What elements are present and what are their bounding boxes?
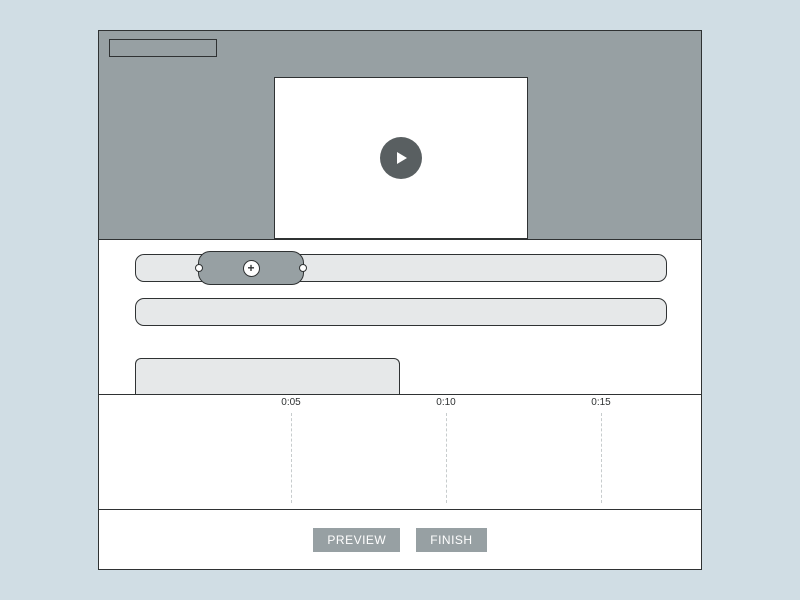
editor-window: + 0:05 0:10 0:15 PREVIEW FINISH [98,30,702,570]
timeline-track-1[interactable]: + [135,254,667,282]
ruler-label: 0:15 [591,397,610,408]
ruler-tick [446,413,447,503]
clip-add-button[interactable]: + [243,260,260,277]
timeline-clip[interactable]: + [198,251,304,285]
title-chip [109,39,217,57]
footer-pane: PREVIEW FINISH [99,509,701,569]
ruler-label: 0:05 [281,397,300,408]
play-button[interactable] [380,137,422,179]
video-preview-frame [274,77,528,239]
preview-button[interactable]: PREVIEW [313,528,400,552]
preview-pane [99,31,701,239]
ruler-label: 0:10 [436,397,455,408]
tracks-pane: + [99,239,701,394]
timeline-ruler: 0:05 0:10 0:15 [99,394,701,509]
play-icon [393,150,409,166]
ruler-tick [601,413,602,503]
ruler-tick [291,413,292,503]
timeline-track-3[interactable] [135,358,400,395]
finish-button[interactable]: FINISH [416,528,486,552]
clip-grip-right[interactable] [299,264,307,272]
timeline-track-2[interactable] [135,298,667,326]
clip-grip-left[interactable] [195,264,203,272]
